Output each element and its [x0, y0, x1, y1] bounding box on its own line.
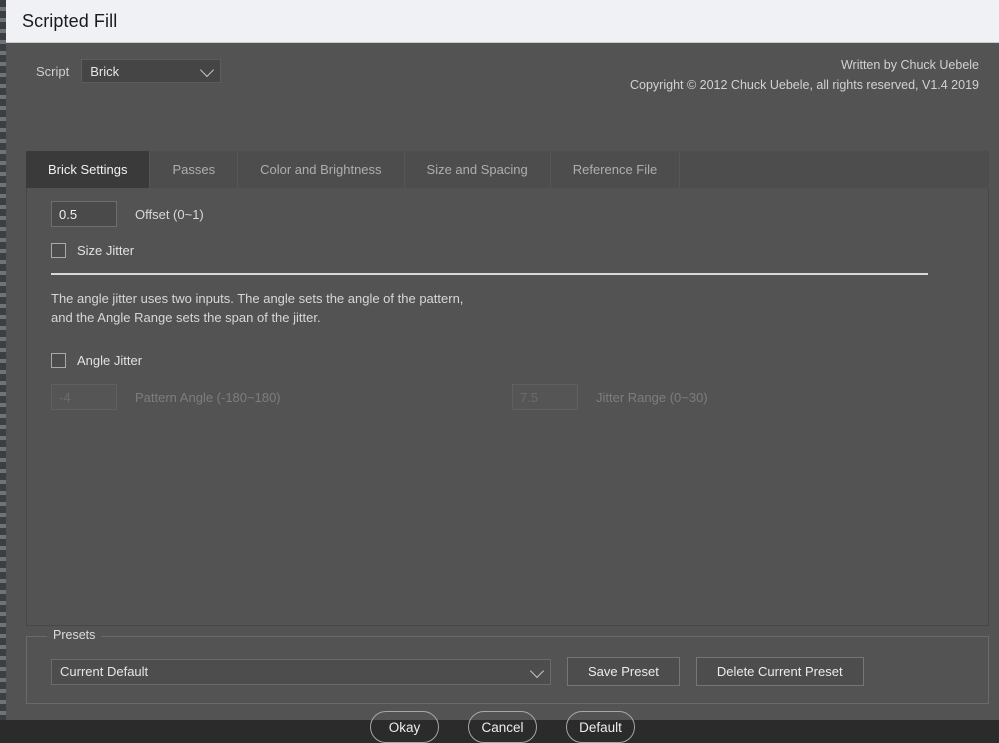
script-dropdown[interactable]: Brick: [81, 59, 222, 83]
window-title: Scripted Fill: [22, 10, 118, 31]
cancel-button[interactable]: Cancel: [468, 711, 537, 743]
chevron-down-icon: [200, 62, 215, 78]
dialog-footer: Okay Cancel Default: [6, 711, 999, 743]
header-row: Script Brick Written by Chuck Uebele Cop…: [6, 43, 999, 105]
offset-field-row: 0.5 Offset (0~1): [51, 201, 204, 227]
tab-size-and-spacing[interactable]: Size and Spacing: [405, 151, 551, 188]
presets-controls: Current Default Save Preset Delete Curre…: [51, 657, 864, 686]
save-preset-button[interactable]: Save Preset: [567, 657, 680, 686]
pattern-angle-input[interactable]: -4: [51, 384, 117, 410]
jitter-range-label: Jitter Range (0~30): [596, 389, 708, 405]
pattern-angle-label: Pattern Angle (-180~180): [135, 389, 281, 405]
script-label: Script: [36, 63, 70, 79]
delete-current-preset-button[interactable]: Delete Current Preset: [695, 657, 864, 686]
scripted-fill-dialog: Scripted Fill Script Brick Written by Ch…: [6, 0, 999, 743]
chevron-down-icon: [529, 663, 545, 678]
tab-reference-file[interactable]: Reference File: [551, 151, 681, 188]
window-titlebar: Scripted Fill: [6, 0, 999, 43]
tab-passes[interactable]: Passes: [150, 151, 239, 188]
angle-jitter-help-text: The angle jitter uses two inputs. The an…: [51, 291, 464, 325]
tab-bar: Brick Settings Passes Color and Brightne…: [26, 151, 989, 188]
copyright-line: Copyright © 2012 Chuck Uebele, all right…: [630, 78, 979, 92]
credits-block: Written by Chuck Uebele Copyright © 2012…: [630, 55, 979, 95]
jitter-range-input[interactable]: 7.5: [512, 384, 578, 410]
presets-group: Presets Current Default Save Preset Dele…: [26, 628, 989, 704]
brick-settings-panel: 0.5 Offset (0~1) Size Jitter The angle j…: [26, 188, 989, 626]
script-dropdown-value: Brick: [90, 63, 120, 79]
preset-dropdown-value: Current Default: [60, 664, 149, 679]
author-line: Written by Chuck Uebele: [840, 58, 979, 72]
angle-jitter-checkbox[interactable]: [51, 353, 66, 368]
tab-brick-settings[interactable]: Brick Settings: [26, 151, 151, 188]
tab-color-and-brightness[interactable]: Color and Brightness: [238, 151, 405, 188]
size-jitter-label: Size Jitter: [77, 243, 135, 258]
jitter-range-field-row: 7.5 Jitter Range (0~30): [512, 384, 708, 410]
section-divider: [51, 273, 928, 275]
size-jitter-checkbox[interactable]: [51, 243, 66, 258]
offset-input[interactable]: 0.5: [51, 201, 117, 227]
angle-jitter-label: Angle Jitter: [77, 353, 143, 368]
offset-label: Offset (0~1): [135, 206, 204, 222]
script-selector-row: Script Brick: [36, 59, 222, 83]
okay-button[interactable]: Okay: [370, 711, 439, 743]
pattern-angle-field-row: -4 Pattern Angle (-180~180): [51, 384, 281, 410]
preset-dropdown[interactable]: Current Default: [51, 658, 551, 685]
size-jitter-checkbox-row[interactable]: Size Jitter: [51, 243, 134, 258]
dialog-body: Script Brick Written by Chuck Uebele Cop…: [6, 43, 999, 743]
default-button[interactable]: Default: [566, 711, 635, 743]
angle-jitter-checkbox-row[interactable]: Angle Jitter: [51, 353, 142, 368]
presets-legend: Presets: [47, 628, 102, 642]
